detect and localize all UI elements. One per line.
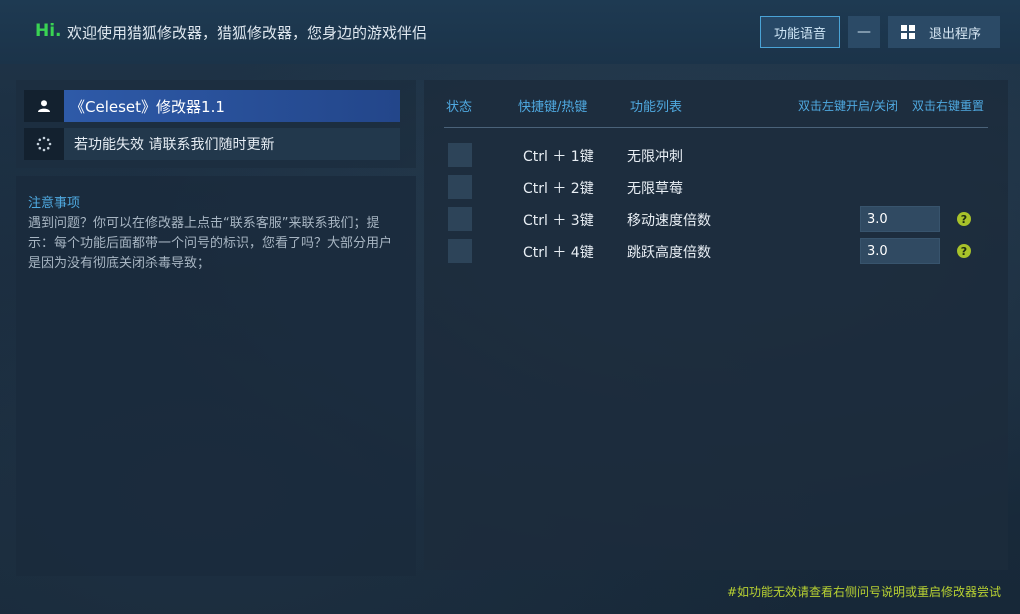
voice-button[interactable]: 功能语音 xyxy=(760,16,840,48)
minimize-button[interactable]: — xyxy=(848,16,880,48)
status-checkbox[interactable] xyxy=(448,207,472,231)
help-icon[interactable]: ? xyxy=(957,244,971,258)
status-checkbox[interactable] xyxy=(448,143,472,167)
status-checkbox[interactable] xyxy=(448,239,472,263)
windows-icon xyxy=(901,25,915,39)
hotkey-label: Ctrl ＋ 4键 xyxy=(523,245,594,261)
game-info-panel: 《Celeset》修改器1.1 若功能失效 请联系我们随时更新 xyxy=(16,80,416,168)
exit-button-label: 退出程序 xyxy=(929,26,982,42)
notes-panel: 注意事项 遇到问题？你可以在修改器上点击“联系客服”来联系我们；提示：每个功能后… xyxy=(16,176,416,576)
game-title: 《Celeset》修改器1.1 xyxy=(64,90,400,122)
header-divider xyxy=(444,127,988,128)
hotkey-label: Ctrl ＋ 1键 xyxy=(523,149,594,165)
hi-label: Hi. xyxy=(35,21,62,41)
notes-title: 注意事项 xyxy=(28,196,81,211)
hotkey-label: Ctrl ＋ 3键 xyxy=(523,213,594,229)
speed-multiplier-input[interactable]: 3.0 xyxy=(860,206,940,232)
help-icon[interactable]: ? xyxy=(957,212,971,226)
function-label: 无限草莓 xyxy=(627,181,683,197)
hotkey-label: Ctrl ＋ 2键 xyxy=(523,181,594,197)
table-row[interactable]: Ctrl ＋ 1键 无限冲刺 xyxy=(424,143,1008,167)
table-row[interactable]: Ctrl ＋ 3键 移动速度倍数 3.0 ? xyxy=(424,206,1008,232)
header-hotkey: 快捷键/热键 xyxy=(518,100,588,115)
cheat-table-panel: 状态 快捷键/热键 功能列表 双击左键开启/关闭 双击右键重置 Ctrl ＋ 1… xyxy=(424,80,1008,570)
header-status: 状态 xyxy=(446,100,473,115)
footer-hint: #如功能无效请查看右侧问号说明或重启修改器尝试 xyxy=(727,585,1002,599)
table-row[interactable]: Ctrl ＋ 4键 跳跃高度倍数 3.0 ? xyxy=(424,238,1008,264)
notice-text: 若功能失效 请联系我们随时更新 xyxy=(64,128,400,160)
jump-multiplier-input[interactable]: 3.0 xyxy=(860,238,940,264)
loading-icon xyxy=(24,128,64,160)
table-row[interactable]: Ctrl ＋ 2键 无限草莓 xyxy=(424,175,1008,199)
header-reset-hint: 双击右键重置 xyxy=(912,99,985,113)
header-function: 功能列表 xyxy=(630,100,683,115)
notes-body: 遇到问题？你可以在修改器上点击“联系客服”来联系我们；提示：每个功能后面都带一个… xyxy=(28,216,393,271)
exit-button[interactable]: 退出程序 xyxy=(888,16,1000,48)
welcome-text: 欢迎使用猎狐修改器，猎狐修改器，您身边的游戏伴侣 xyxy=(67,24,428,42)
notice-row[interactable]: 若功能失效 请联系我们随时更新 xyxy=(24,128,400,160)
header-toggle-hint: 双击左键开启/关闭 xyxy=(798,99,899,113)
status-checkbox[interactable] xyxy=(448,175,472,199)
function-label: 跳跃高度倍数 xyxy=(627,245,711,261)
function-label: 移动速度倍数 xyxy=(627,213,711,229)
game-title-row[interactable]: 《Celeset》修改器1.1 xyxy=(24,90,400,122)
header-bar: Hi. 欢迎使用猎狐修改器，猎狐修改器，您身边的游戏伴侣 功能语音 — 退出程序 xyxy=(0,0,1020,64)
function-label: 无限冲刺 xyxy=(627,149,683,165)
user-icon xyxy=(24,90,64,122)
